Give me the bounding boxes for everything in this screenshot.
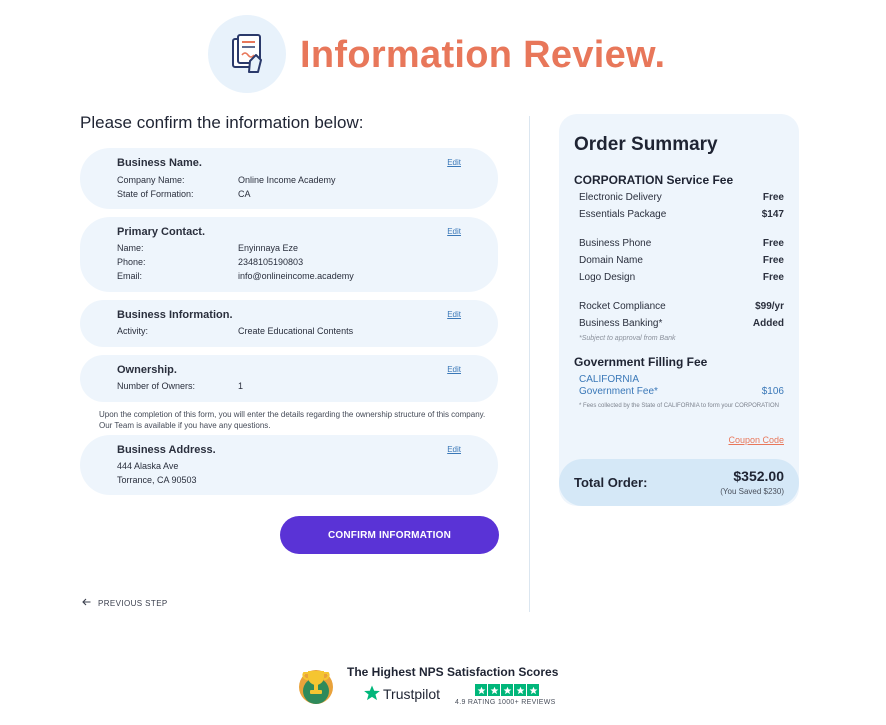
order-summary-title: Order Summary [574,134,718,155]
company-name-label: Company Name: [117,175,185,185]
number-of-owners-row: Number of Owners: 1 [117,381,243,391]
number-of-owners-value: 1 [238,381,244,391]
star-icon [488,684,500,696]
gov-fee-name: Government Fee* [579,386,658,397]
page-title: Information Review. [300,34,666,76]
item-value: Free [762,255,784,266]
contact-phone-row: Phone: 2348105190803 [117,257,303,267]
business-information-card: Business Information. Edit Activity: Crea… [80,300,498,347]
activity-value: Create Educational Contents [238,326,354,336]
summary-item: Business Banking* Added [579,318,784,329]
contact-email-row: Email: info@onlineincome.academy [117,271,354,281]
trustpilot-star-icon [363,684,381,707]
gov-state: CALIFORNIA [579,374,640,385]
total-order-label: Total Order: [574,475,648,490]
address-line-1: 444 Alaska Ave [117,461,179,471]
trustpilot-rating-stars [475,684,539,696]
edit-ownership-link[interactable]: Edit [447,365,461,374]
nps-headline: The Highest NPS Satisfaction Scores [347,665,559,679]
state-of-formation-row: State of Formation: CA [117,189,251,199]
item-value: Added [752,318,784,329]
confirm-information-button[interactable]: CONFIRM INFORMATION [280,516,499,554]
company-name-row: Company Name: Online Income Academy [117,175,336,185]
trophy-icon [297,663,335,705]
item-label: Logo Design [579,272,636,283]
primary-contact-title: Primary Contact. [117,226,206,238]
summary-item: Rocket Compliance $99/yr [579,301,784,312]
summary-item: Essentials Package $147 [579,209,784,220]
service-fee-title: CORPORATION Service Fee [574,173,734,187]
column-divider [529,116,530,612]
edit-business-address-link[interactable]: Edit [447,445,461,454]
star-icon [527,684,539,696]
edit-primary-contact-link[interactable]: Edit [447,227,461,236]
item-value: $147 [761,209,784,220]
business-address-card: Business Address. Edit 444 Alaska Ave To… [80,435,498,495]
contact-phone-label: Phone: [117,257,146,267]
summary-item: Logo Design Free [579,272,784,283]
item-value: Free [762,238,784,249]
ownership-notice: Upon the completion of this form, you wi… [99,410,486,430]
trustpilot-rating-text: 4.9 RATING 1000+ REVIEWS [455,699,556,706]
item-label: Rocket Compliance [579,301,666,312]
star-icon [514,684,526,696]
business-address-title: Business Address. [117,444,216,456]
trustpilot-logo-text: Trustpilot [383,686,441,702]
number-of-owners-label: Number of Owners: [117,381,196,391]
contact-name-row: Name: Enyinnaya Eze [117,243,298,253]
summary-item: Domain Name Free [579,255,784,266]
contact-name-value: Enyinnaya Eze [238,243,299,253]
ownership-card: Ownership. Edit Number of Owners: 1 [80,355,498,402]
business-name-title: Business Name. [117,157,202,169]
instructions-text: Please confirm the information below: [80,113,364,132]
banking-note: *Subject to approval from Bank [579,335,676,342]
address-line-2: Torrance, CA 90503 [117,475,197,485]
item-label: Business Phone [579,238,652,249]
item-value: Free [762,192,784,203]
total-order-box: Total Order: $352.00 (You Saved $230) [559,459,799,506]
item-label: Essentials Package [579,209,667,220]
coupon-code-link[interactable]: Coupon Code [728,435,784,445]
business-information-title: Business Information. [117,309,233,321]
order-summary-panel: Order Summary CORPORATION Service Fee El… [559,114,799,506]
primary-contact-card: Primary Contact. Edit Name: Enyinnaya Eze… [80,217,498,292]
ownership-title: Ownership. [117,364,177,376]
fee-note: * Fees collected by the State of CALIFOR… [579,403,779,409]
contact-phone-value: 2348105190803 [238,257,304,267]
item-label: Domain Name [579,255,643,266]
contact-name-label: Name: [117,243,144,253]
star-icon [501,684,513,696]
document-review-icon [208,15,286,93]
item-value: Free [762,272,784,283]
edit-business-information-link[interactable]: Edit [447,310,461,319]
business-name-card: Business Name. Edit Company Name: Online … [80,148,498,209]
summary-item: Electronic Delivery Free [579,192,784,203]
item-label: Electronic Delivery [579,192,662,203]
star-icon [475,684,487,696]
gov-fee-label: CALIFORNIA Government Fee* [579,374,658,398]
total-saved-text: (You Saved $230) [720,487,784,496]
total-order-amount: $352.00 [733,468,784,484]
activity-row: Activity: Create Educational Contents [117,326,353,336]
gov-fee-title: Government Filling Fee [574,355,708,369]
item-value: $99/yr [755,301,784,312]
company-name-value: Online Income Academy [238,175,336,185]
edit-business-name-link[interactable]: Edit [447,158,461,167]
contact-email-label: Email: [117,271,143,281]
arrow-left-icon [82,598,91,608]
gov-fee-value: $106 [761,386,784,397]
summary-item: Business Phone Free [579,238,784,249]
previous-step-link[interactable]: PREVIOUS STEP [82,598,168,608]
previous-step-label: PREVIOUS STEP [98,598,168,608]
item-label: Business Banking* [579,318,663,329]
state-of-formation-value: CA [238,189,251,199]
state-of-formation-label: State of Formation: [117,189,194,199]
contact-email-value: info@onlineincome.academy [238,271,354,281]
activity-label: Activity: [117,326,149,336]
